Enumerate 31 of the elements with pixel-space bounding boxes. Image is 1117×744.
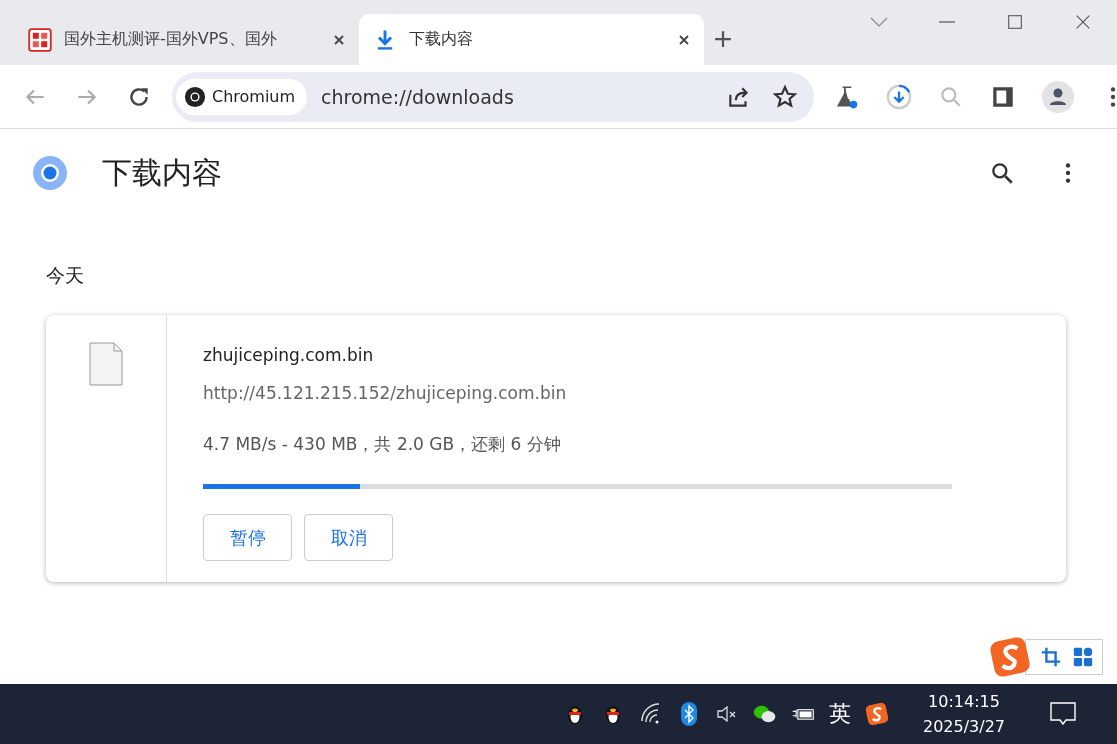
input-method-logo-icon[interactable] — [864, 702, 889, 726]
address-bar[interactable]: Chromium chrome://downloads — [172, 71, 814, 122]
bookmark-star-icon[interactable] — [772, 83, 798, 110]
browser-tab[interactable]: 下载内容 — [359, 14, 704, 65]
file-icon — [89, 342, 123, 386]
date-heading: 今天 — [46, 263, 85, 288]
download-progress-icon[interactable] — [886, 83, 912, 110]
clock-time[interactable]: 10:14:15 — [928, 692, 1000, 711]
action-button[interactable]: 取消 — [304, 514, 393, 561]
file-name[interactable]: zhujiceping.com.bin — [203, 345, 1030, 365]
url-text: chrome://downloads — [321, 85, 515, 108]
action-button[interactable]: 暂停 — [203, 514, 292, 561]
site-chip[interactable]: Chromium — [176, 78, 308, 115]
profile-avatar-icon[interactable] — [1042, 80, 1074, 113]
grid-icon[interactable] — [1072, 646, 1094, 668]
search-icon[interactable] — [989, 160, 1015, 186]
browser-logo-icon — [32, 155, 68, 191]
site-logo-icon — [28, 27, 52, 52]
close-tab-icon[interactable] — [333, 33, 345, 46]
page-title: 下载内容 — [102, 153, 222, 192]
new-tab-icon[interactable] — [714, 30, 732, 48]
flask-icon[interactable] — [834, 83, 860, 110]
clock-date[interactable]: 2025/3/27 — [922, 717, 1005, 736]
crop-icon[interactable] — [1040, 646, 1062, 668]
download-status: 4.7 MB/s - 430 MB，共 2.0 GB，还剩 6 分钟 — [203, 433, 562, 456]
close-tab-icon[interactable] — [678, 33, 690, 46]
input-language-text[interactable]: 英 — [828, 699, 851, 729]
maximize-icon[interactable] — [1005, 13, 1025, 31]
browser-tab[interactable]: 国外主机测评-国外VPS、国外 — [14, 14, 359, 65]
browser-logo-icon — [184, 85, 206, 108]
source-url[interactable]: http://45.121.215.152/zhujiceping.com.bin — [203, 383, 1030, 403]
